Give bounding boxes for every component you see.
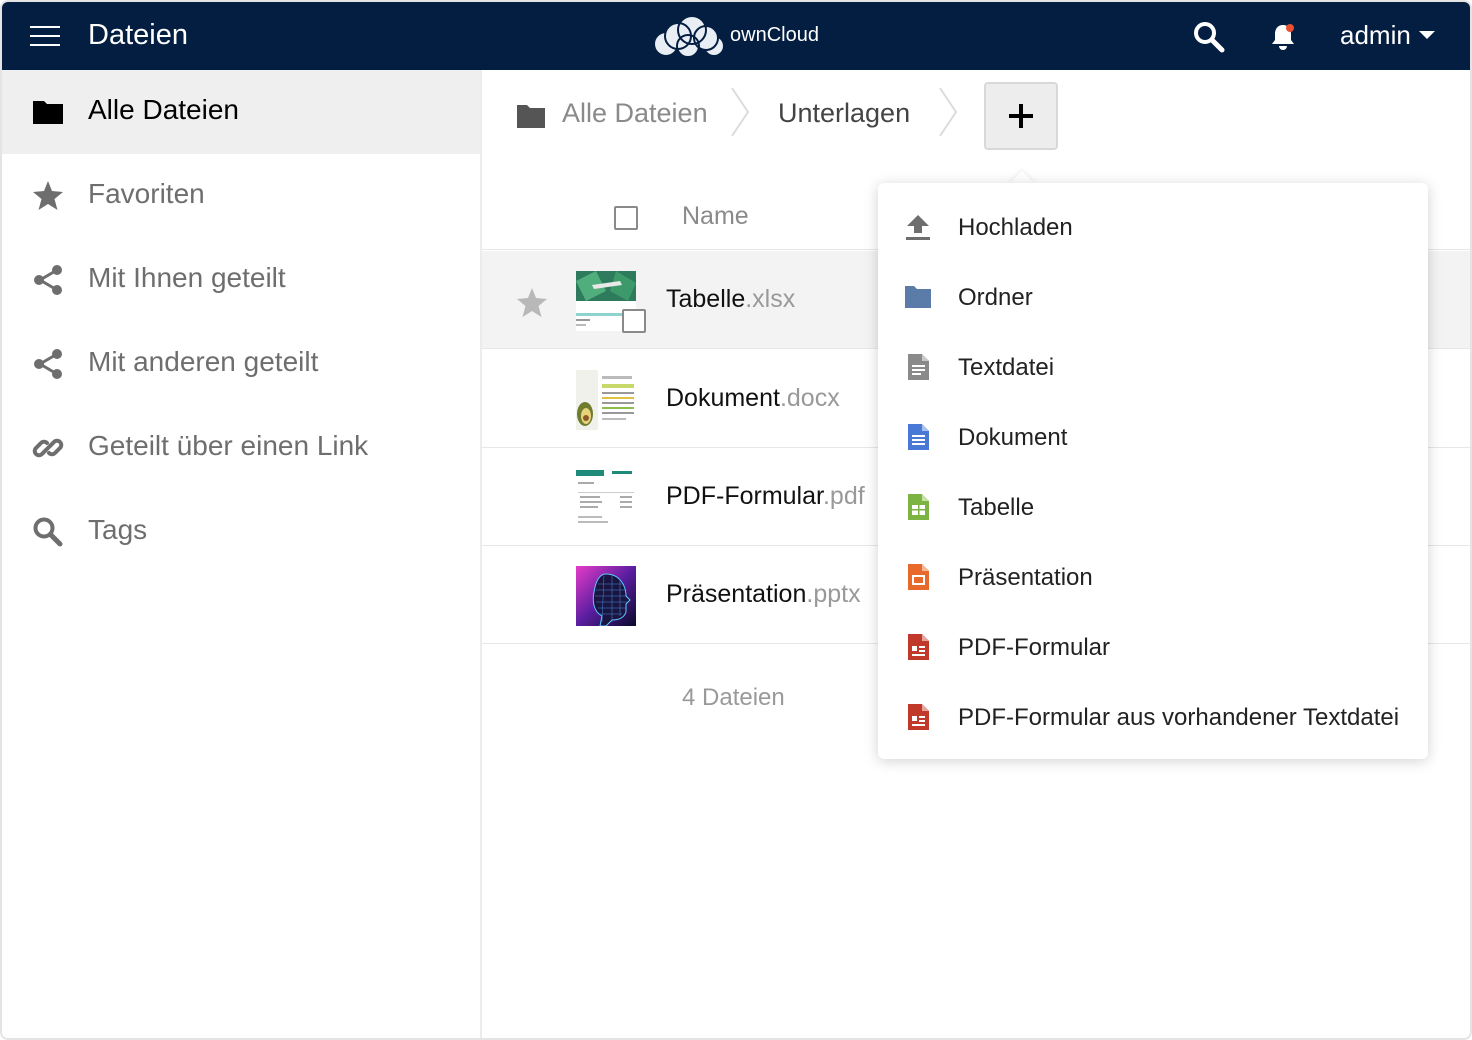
menu-item-label: Präsentation: [958, 564, 1093, 591]
menu-item-document[interactable]: Dokument: [878, 401, 1428, 471]
sidebar-item-mit-anderen-geteilt[interactable]: Mit anderen geteilt: [2, 322, 480, 406]
chevron-right-icon: [939, 87, 958, 137]
owncloud-logo-icon[interactable]: [652, 14, 724, 58]
menu-item-label: Ordner: [958, 284, 1033, 311]
sidebar-item-tags[interactable]: Tags: [2, 490, 480, 574]
sidebar-item-favoriten[interactable]: Favoriten: [2, 154, 480, 238]
star-icon[interactable]: [516, 287, 548, 319]
select-all-checkbox[interactable]: [614, 206, 638, 230]
logo-text: ownCloud: [730, 24, 819, 46]
file-extension: .pptx: [806, 580, 861, 608]
column-header-name[interactable]: Name: [682, 202, 749, 231]
sidebar-item-label: Mit Ihnen geteilt: [88, 262, 286, 293]
user-menu[interactable]: admin: [1340, 20, 1435, 54]
menu-item-label: Hochladen: [958, 214, 1073, 241]
user-name: admin: [1340, 20, 1411, 50]
link-icon: [32, 438, 64, 458]
sidebar: Alle Dateien Favoriten Mit Ihnen geteilt: [2, 70, 482, 1038]
menu-item-folder[interactable]: Ordner: [878, 261, 1428, 331]
file-basename: PDF-Formular: [666, 482, 823, 510]
file-extension: .pdf: [822, 482, 865, 510]
breadcrumb-item[interactable]: Unterlagen: [778, 98, 910, 129]
text-file-icon: [908, 354, 929, 380]
sidebar-item-geteilt-ueber-link[interactable]: Geteilt über einen Link: [2, 406, 480, 490]
upload-icon: [906, 215, 930, 240]
sidebar-item-label: Favoriten: [88, 178, 205, 209]
row-checkbox[interactable]: [622, 309, 646, 333]
menu-icon[interactable]: [30, 24, 62, 48]
document-icon: [908, 424, 929, 450]
file-basename: Präsentation: [666, 580, 807, 608]
menu-item-label: PDF-Formular aus vorhandener Textdatei: [958, 704, 1400, 731]
menu-item-text-file[interactable]: Textdatei: [878, 331, 1428, 401]
search-icon: [33, 517, 63, 547]
share-icon: [34, 349, 62, 379]
sidebar-item-alle-dateien[interactable]: Alle Dateien: [2, 70, 480, 154]
notifications-bell-icon[interactable]: [1268, 22, 1298, 52]
menu-item-pdf-form-from-text[interactable]: PDF-Formular aus vorhandener Textdatei: [878, 681, 1428, 751]
top-header: Dateien ownCloud admin: [2, 2, 1470, 70]
file-name: Präsentation.pptx: [666, 580, 861, 609]
plus-icon: [1009, 104, 1033, 128]
file-name: PDF-Formular.pdf: [666, 482, 865, 511]
app-title: Dateien: [88, 19, 188, 51]
sidebar-item-label: Geteilt über einen Link: [88, 430, 369, 461]
invoice-thumbnail: [576, 468, 636, 528]
menu-item-label: Dokument: [958, 424, 1068, 451]
owncloud-window: Dateien ownCloud admin Alle Dateien Favo…: [0, 0, 1472, 1040]
menu-item-spreadsheet[interactable]: Tabelle: [878, 471, 1428, 541]
menu-item-upload[interactable]: Hochladen: [878, 191, 1428, 261]
sidebar-item-label: Tags: [88, 514, 148, 545]
file-basename: Tabelle: [666, 285, 746, 313]
share-icon: [34, 265, 62, 295]
pdf-form-icon: [908, 634, 929, 660]
pdf-form-icon: [908, 704, 929, 730]
sidebar-item-label: Mit anderen geteilt: [88, 346, 319, 377]
chevron-down-icon: [1418, 31, 1435, 40]
star-icon: [33, 181, 63, 210]
spreadsheet-icon: [908, 494, 929, 520]
file-name: Dokument.docx: [666, 384, 840, 413]
sidebar-item-label: Alle Dateien: [88, 94, 239, 125]
menu-item-pdf-form[interactable]: PDF-Formular: [878, 611, 1428, 681]
search-icon[interactable]: [1192, 20, 1226, 54]
presentation-icon: [908, 564, 929, 590]
menu-item-presentation[interactable]: Präsentation: [878, 541, 1428, 611]
sidebar-item-mit-ihnen-geteilt[interactable]: Mit Ihnen geteilt: [2, 238, 480, 322]
breadcrumb-item[interactable]: Alle Dateien: [562, 98, 708, 129]
presentation-thumbnail: [576, 566, 636, 626]
new-button[interactable]: [984, 82, 1058, 150]
file-basename: Dokument: [666, 384, 780, 412]
folder-icon: [33, 101, 63, 124]
folder-icon: [905, 286, 931, 308]
chevron-right-icon: [731, 87, 750, 137]
file-count-summary: 4 Dateien: [682, 684, 785, 711]
menu-item-label: PDF-Formular: [958, 634, 1111, 661]
menu-item-label: Tabelle: [958, 494, 1035, 521]
file-name: Tabelle.xlsx: [666, 285, 795, 314]
menu-item-label: Textdatei: [958, 354, 1055, 381]
new-file-menu: Hochladen Ordner Textdatei Dokument Tabe…: [878, 183, 1428, 759]
file-extension: .xlsx: [745, 285, 796, 313]
document-thumbnail: [576, 370, 636, 430]
folder-icon[interactable]: [516, 102, 546, 130]
file-extension: .docx: [779, 384, 840, 412]
